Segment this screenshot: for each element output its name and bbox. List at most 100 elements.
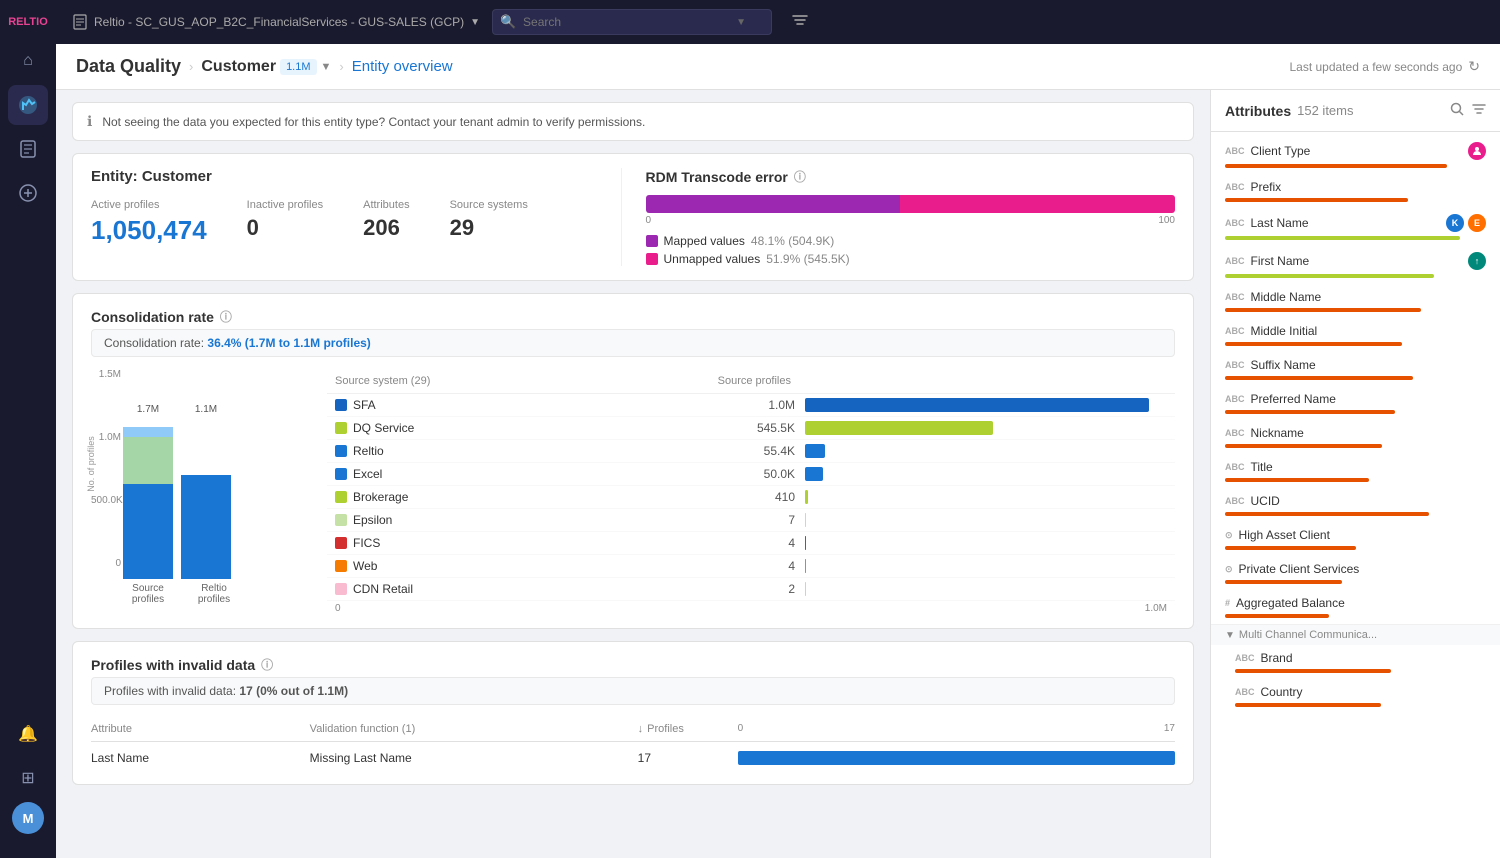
entity-count-badge[interactable]: 1.1M: [280, 59, 316, 75]
source-bar-cell: [795, 398, 1167, 412]
last-updated-text: Last updated a few seconds ago: [1289, 60, 1462, 74]
attr-item-header: ABC Middle Name: [1225, 290, 1486, 304]
attribute-item[interactable]: ABC Country: [1211, 679, 1500, 713]
chart-area: No. of profiles 1.5M 1.0M 500.0K 0: [91, 369, 1175, 614]
attr-name: Last Name: [1251, 216, 1441, 230]
source-row: Reltio 55.4K: [327, 440, 1175, 463]
attr-item-header: ABC Last Name KE: [1225, 214, 1486, 232]
attr-type-abc: ABC: [1225, 218, 1245, 228]
attributes-list: ABC Client Type ABC Prefix ABC Last Name…: [1211, 132, 1500, 858]
attribute-item[interactable]: ABC UCID: [1211, 488, 1500, 522]
legend-unmapped-label: Unmapped values: [664, 252, 761, 266]
entity-name: Customer: [201, 58, 276, 76]
nav-dropdown-icon[interactable]: ▼: [470, 17, 480, 28]
attr-name: High Asset Client: [1239, 528, 1480, 542]
source-bar-fill: [805, 398, 1149, 412]
invalid-rate-value: 17 (0% out of 1.1M): [239, 684, 348, 698]
attribute-item[interactable]: ABC Last Name KE: [1211, 208, 1500, 246]
sidebar-item-bell[interactable]: 🔔: [8, 714, 48, 754]
consolidation-rate-info: Consolidation rate: 36.4% (1.7M to 1.1M …: [91, 329, 1175, 357]
top-nav: Reltio - SC_GUS_AOP_B2C_FinancialService…: [56, 0, 1500, 44]
attr-section-header[interactable]: ▼ Multi Channel Communica...: [1211, 624, 1500, 645]
invalid-attr: Last Name: [91, 751, 310, 765]
invalid-table-header: Attribute Validation function (1) ↓ Prof…: [91, 717, 1175, 742]
attribute-item[interactable]: ABC First Name ↑: [1211, 246, 1500, 284]
reltio-bar-container: [181, 419, 231, 579]
reltio-bar: [181, 475, 231, 579]
sidebar-item-add[interactable]: [8, 173, 48, 213]
last-updated: Last updated a few seconds ago ↻: [1289, 58, 1480, 75]
sort-icon[interactable]: ↓: [638, 723, 644, 735]
source-bar-fill: [805, 513, 806, 527]
invalid-title: Profiles with invalid data ⓘ: [91, 656, 1175, 673]
attr-item-header: ABC Country: [1235, 685, 1486, 699]
sidebar-item-chart[interactable]: [8, 85, 48, 125]
attribute-item[interactable]: ABC Client Type: [1211, 136, 1500, 174]
invalid-info-icon[interactable]: ⓘ: [261, 656, 273, 673]
bar-blue-light: [123, 427, 173, 437]
legend-dot-mapped: [646, 235, 658, 247]
attribute-item[interactable]: ABC Nickname: [1211, 420, 1500, 454]
attr-badges: ↑: [1468, 252, 1486, 270]
attribute-item[interactable]: ABC Brand: [1211, 645, 1500, 679]
refresh-icon[interactable]: ↻: [1468, 58, 1480, 75]
invalid-row: Last Name Missing Last Name 17: [91, 746, 1175, 770]
attr-item-header: # Aggregated Balance: [1225, 596, 1486, 610]
source-row: Epsilon 7: [327, 509, 1175, 532]
alert-bar: ℹ Not seeing the data you expected for t…: [72, 102, 1194, 141]
source-name: Brokerage: [353, 490, 715, 504]
sidebar-item-home[interactable]: ⌂: [8, 41, 48, 81]
profiles-col-header: ↓ Profiles: [638, 723, 738, 735]
legend-unmapped-value: 51.9% (545.5K): [766, 252, 849, 266]
search-icon: 🔍: [500, 14, 516, 30]
attribute-item[interactable]: ⊙ Private Client Services: [1211, 556, 1500, 590]
entity-dropdown-icon[interactable]: ▼: [321, 61, 332, 73]
search-input[interactable]: [492, 9, 772, 35]
attr-name: Title: [1251, 460, 1481, 474]
attribute-item[interactable]: ABC Prefix: [1211, 174, 1500, 208]
attributes-title: Attributes: [1225, 103, 1291, 119]
rdm-bar-mapped: [646, 195, 901, 213]
source-color-dot: [335, 468, 347, 480]
attr-type-abc: ABC: [1225, 182, 1245, 192]
attr-quality-bar: [1225, 236, 1460, 240]
source-bar-cell: [795, 536, 1167, 550]
search-dropdown-icon[interactable]: ▼: [736, 17, 746, 28]
attribute-item[interactable]: # Aggregated Balance: [1211, 590, 1500, 624]
attributes-filter-icon[interactable]: [1472, 102, 1486, 119]
attr-item-header: ABC Middle Initial: [1225, 324, 1486, 338]
search-wrap: 🔍 ▼: [492, 9, 772, 35]
source-name: SFA: [353, 398, 715, 412]
attribute-item[interactable]: ABC Middle Name: [1211, 284, 1500, 318]
source-bar-label: 1.7M: [137, 404, 159, 415]
attr-item-header: ABC Brand: [1235, 651, 1486, 665]
stats-card: Entity: Customer Active profiles 1,050,4…: [72, 153, 1194, 281]
attr-item-header: ABC First Name ↑: [1225, 252, 1486, 270]
attr-quality-bar: [1225, 308, 1421, 312]
y-label-1: 1.5M: [91, 369, 121, 380]
consolidation-info-icon[interactable]: ⓘ: [220, 308, 232, 325]
source-bar-cell: [795, 559, 1167, 573]
attribute-item[interactable]: ⊙ High Asset Client: [1211, 522, 1500, 556]
reltio-bar-label: 1.1M: [195, 404, 217, 415]
invalid-rate-info: Profiles with invalid data: 17 (0% out o…: [91, 677, 1175, 705]
sidebar-item-grid[interactable]: ⊞: [8, 758, 48, 798]
attr-item-header: ⊙ High Asset Client: [1225, 528, 1486, 542]
attribute-item[interactable]: ABC Preferred Name: [1211, 386, 1500, 420]
attribute-item[interactable]: ABC Middle Initial: [1211, 318, 1500, 352]
active-tab[interactable]: Entity overview: [352, 58, 453, 75]
rdm-bar-wrap: 0 100: [646, 195, 1176, 226]
attribute-item[interactable]: ABC Suffix Name: [1211, 352, 1500, 386]
legend-mapped-value: 48.1% (504.9K): [751, 234, 834, 248]
rdm-info-icon[interactable]: ⓘ: [794, 168, 806, 185]
attr-type-abc: ABC: [1225, 394, 1245, 404]
col-bar-header: [791, 375, 1167, 387]
user-avatar[interactable]: M: [12, 802, 44, 834]
attributes-search-icon[interactable]: [1450, 102, 1464, 119]
filter-icon[interactable]: [792, 13, 808, 32]
stats-left: Entity: Customer Active profiles 1,050,4…: [91, 168, 621, 266]
attr-type-abc: ABC: [1235, 653, 1255, 663]
source-bar-cell: [795, 444, 1167, 458]
sidebar-item-report[interactable]: [8, 129, 48, 169]
attribute-item[interactable]: ABC Title: [1211, 454, 1500, 488]
